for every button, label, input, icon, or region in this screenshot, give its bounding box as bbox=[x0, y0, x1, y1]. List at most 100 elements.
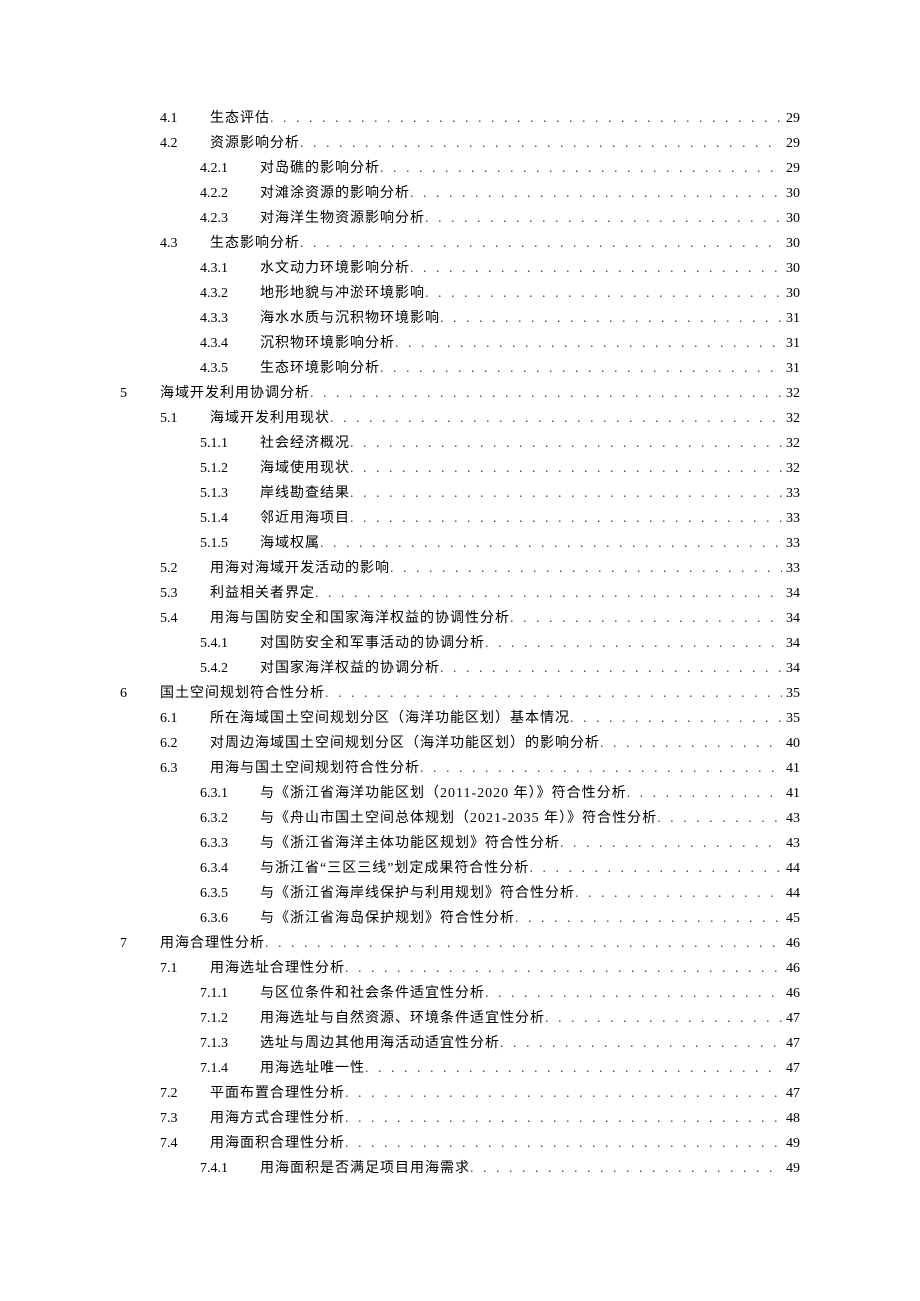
toc-entry[interactable]: 7用海合理性分析 46 bbox=[120, 935, 800, 953]
toc-entry[interactable]: 6.1所在海域国土空间规划分区（海洋功能区划）基本情况 35 bbox=[120, 710, 800, 728]
toc-entry[interactable]: 7.1用海选址合理性分析 46 bbox=[120, 960, 800, 978]
toc-leader-dots bbox=[410, 185, 782, 203]
toc-entry[interactable]: 4.2.1对岛礁的影响分析 29 bbox=[120, 160, 800, 178]
toc-title: 资源影响分析 bbox=[210, 135, 300, 153]
toc-number: 5.4 bbox=[160, 610, 210, 628]
toc-title: 用海面积是否满足项目用海需求 bbox=[260, 1160, 470, 1178]
toc-entry[interactable]: 6.3.2与《舟山市国土空间总体规划（2021-2035 年）》符合性分析 43 bbox=[120, 810, 800, 828]
toc-number: 6.3.2 bbox=[200, 810, 260, 828]
toc-number: 6.3.3 bbox=[200, 835, 260, 853]
toc-entry[interactable]: 6.3.5与《浙江省海岸线保护与利用规划》符合性分析 44 bbox=[120, 885, 800, 903]
toc-page-number: 32 bbox=[782, 385, 800, 403]
toc-entry[interactable]: 6.2对周边海域国土空间规划分区（海洋功能区划）的影响分析 40 bbox=[120, 735, 800, 753]
toc-leader-dots bbox=[345, 1135, 782, 1153]
toc-entry[interactable]: 4.3.2地形地貌与冲淤环境影响 30 bbox=[120, 285, 800, 303]
toc-entry[interactable]: 7.2平面布置合理性分析 47 bbox=[120, 1085, 800, 1103]
toc-entry[interactable]: 7.1.1与区位条件和社会条件适宜性分析 46 bbox=[120, 985, 800, 1003]
toc-page-number: 46 bbox=[782, 935, 800, 953]
toc-page-number: 33 bbox=[782, 485, 800, 503]
toc-entry[interactable]: 6.3.3与《浙江省海洋主体功能区规划》符合性分析 43 bbox=[120, 835, 800, 853]
toc-leader-dots bbox=[470, 1160, 782, 1178]
document-page: { "toc": [ {"level":2,"num":"4.1","title… bbox=[0, 0, 920, 1301]
toc-number: 5.3 bbox=[160, 585, 210, 603]
toc-entry[interactable]: 5海域开发利用协调分析 32 bbox=[120, 385, 800, 403]
toc-title: 生态影响分析 bbox=[210, 235, 300, 253]
toc-number: 4.3.4 bbox=[200, 335, 260, 353]
toc-entry[interactable]: 5.1.2海域使用现状 32 bbox=[120, 460, 800, 478]
toc-entry[interactable]: 4.3.4沉积物环境影响分析 31 bbox=[120, 335, 800, 353]
toc-number: 7.4 bbox=[160, 1135, 210, 1153]
toc-entry[interactable]: 4.3.5生态环境影响分析 31 bbox=[120, 360, 800, 378]
toc-entry[interactable]: 4.1生态评估 29 bbox=[120, 110, 800, 128]
toc-entry[interactable]: 5.1.5海域权属 33 bbox=[120, 535, 800, 553]
toc-page-number: 48 bbox=[782, 1110, 800, 1128]
toc-number: 7.1.3 bbox=[200, 1035, 260, 1053]
toc-page-number: 43 bbox=[782, 810, 800, 828]
toc-page-number: 34 bbox=[782, 610, 800, 628]
toc-entry[interactable]: 5.4.2对国家海洋权益的协调分析 34 bbox=[120, 660, 800, 678]
toc-page-number: 46 bbox=[782, 985, 800, 1003]
toc-leader-dots bbox=[560, 835, 782, 853]
toc-entry[interactable]: 4.2.3对海洋生物资源影响分析 30 bbox=[120, 210, 800, 228]
toc-entry[interactable]: 6.3.1与《浙江省海洋功能区划（2011-2020 年）》符合性分析 41 bbox=[120, 785, 800, 803]
toc-entry[interactable]: 6国土空间规划符合性分析 35 bbox=[120, 685, 800, 703]
toc-title: 海域权属 bbox=[260, 535, 320, 553]
toc-number: 6.3.6 bbox=[200, 910, 260, 928]
toc-leader-dots bbox=[395, 335, 782, 353]
toc-leader-dots bbox=[510, 610, 782, 628]
toc-entry[interactable]: 4.3.3海水水质与沉积物环境影响 31 bbox=[120, 310, 800, 328]
toc-leader-dots bbox=[265, 935, 782, 953]
toc-leader-dots bbox=[350, 460, 782, 478]
toc-entry[interactable]: 6.3用海与国土空间规划符合性分析 41 bbox=[120, 760, 800, 778]
toc-title: 岸线勘查结果 bbox=[260, 485, 350, 503]
toc-entry[interactable]: 5.1.1社会经济概况 32 bbox=[120, 435, 800, 453]
toc-title: 与《浙江省海洋功能区划（2011-2020 年）》符合性分析 bbox=[260, 785, 627, 803]
toc-number: 7.3 bbox=[160, 1110, 210, 1128]
toc-entry[interactable]: 4.2.2对滩涂资源的影响分析 30 bbox=[120, 185, 800, 203]
toc-title: 用海选址唯一性 bbox=[260, 1060, 365, 1078]
toc-entry[interactable]: 4.3生态影响分析 30 bbox=[120, 235, 800, 253]
toc-leader-dots bbox=[425, 210, 782, 228]
toc-entry[interactable]: 7.1.2用海选址与自然资源、环境条件适宜性分析 47 bbox=[120, 1010, 800, 1028]
toc-leader-dots bbox=[300, 235, 782, 253]
toc-entry[interactable]: 7.4.1用海面积是否满足项目用海需求 49 bbox=[120, 1160, 800, 1178]
toc-entry[interactable]: 7.3用海方式合理性分析 48 bbox=[120, 1110, 800, 1128]
toc-leader-dots bbox=[420, 760, 782, 778]
toc-leader-dots bbox=[345, 1110, 782, 1128]
toc-entry[interactable]: 4.2资源影响分析 29 bbox=[120, 135, 800, 153]
toc-entry[interactable]: 7.1.4用海选址唯一性 47 bbox=[120, 1060, 800, 1078]
toc-entry[interactable]: 6.3.6与《浙江省海岛保护规划》符合性分析 45 bbox=[120, 910, 800, 928]
toc-title: 海水水质与沉积物环境影响 bbox=[260, 310, 440, 328]
toc-page-number: 47 bbox=[782, 1035, 800, 1053]
toc-entry[interactable]: 5.1.4邻近用海项目 33 bbox=[120, 510, 800, 528]
toc-page-number: 46 bbox=[782, 960, 800, 978]
toc-entry[interactable]: 5.4用海与国防安全和国家海洋权益的协调性分析 34 bbox=[120, 610, 800, 628]
toc-page-number: 30 bbox=[782, 235, 800, 253]
toc-number: 4.2 bbox=[160, 135, 210, 153]
toc-leader-dots bbox=[529, 860, 782, 878]
toc-page-number: 29 bbox=[782, 110, 800, 128]
toc-entry[interactable]: 4.3.1水文动力环境影响分析 30 bbox=[120, 260, 800, 278]
toc-title: 与区位条件和社会条件适宜性分析 bbox=[260, 985, 485, 1003]
toc-entry[interactable]: 7.1.3选址与周边其他用海活动适宜性分析 47 bbox=[120, 1035, 800, 1053]
toc-page-number: 31 bbox=[782, 310, 800, 328]
toc-page-number: 32 bbox=[782, 435, 800, 453]
toc-leader-dots bbox=[575, 885, 782, 903]
toc-entry[interactable]: 6.3.4与浙江省“三区三线”划定成果符合性分析 44 bbox=[120, 860, 800, 878]
toc-number: 7.2 bbox=[160, 1085, 210, 1103]
toc-entry[interactable]: 7.4用海面积合理性分析 49 bbox=[120, 1135, 800, 1153]
toc-leader-dots bbox=[570, 710, 782, 728]
toc-page-number: 33 bbox=[782, 510, 800, 528]
toc-leader-dots bbox=[330, 410, 782, 428]
toc-title: 对滩涂资源的影响分析 bbox=[260, 185, 410, 203]
toc-page-number: 31 bbox=[782, 335, 800, 353]
toc-entry[interactable]: 5.1.3岸线勘查结果 33 bbox=[120, 485, 800, 503]
toc-number: 5 bbox=[120, 385, 160, 403]
toc-entry[interactable]: 5.3利益相关者界定 34 bbox=[120, 585, 800, 603]
toc-entry[interactable]: 5.2用海对海域开发活动的影响 33 bbox=[120, 560, 800, 578]
toc-title: 与《舟山市国土空间总体规划（2021-2035 年）》符合性分析 bbox=[260, 810, 657, 828]
toc-leader-dots bbox=[345, 960, 782, 978]
toc-entry[interactable]: 5.1海域开发利用现状 32 bbox=[120, 410, 800, 428]
toc-entry[interactable]: 5.4.1对国防安全和军事活动的协调分析 34 bbox=[120, 635, 800, 653]
toc-number: 4.2.1 bbox=[200, 160, 260, 178]
